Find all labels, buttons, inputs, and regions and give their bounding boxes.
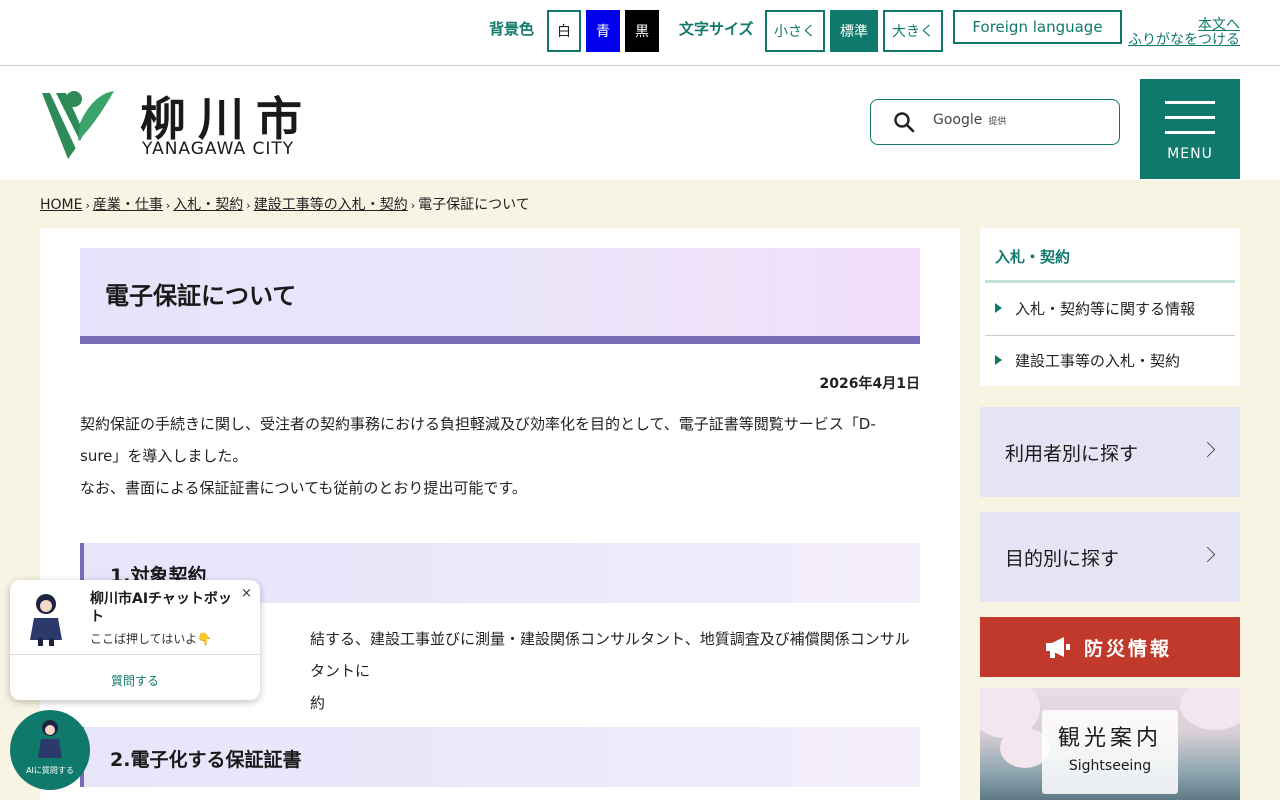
triangle-right-icon: [995, 355, 1002, 365]
ask-question-button[interactable]: 質問する: [10, 672, 260, 689]
tourism-banner[interactable]: 観光案内 Sightseeing: [980, 688, 1240, 800]
ai-chatbot-popup: 柳川市AIチャットボット ここば押してはいよ👇 × 質問する: [10, 580, 260, 700]
sidebar-item-construction-bidding[interactable]: 建設工事等の入札・契約: [985, 336, 1235, 388]
ai-chatbot-launcher[interactable]: AIに質問する: [10, 710, 90, 790]
chatbot-avatar-icon: [38, 720, 62, 758]
page-title-box: 電子保証について: [80, 248, 920, 344]
publish-date: 2026年4月1日: [819, 376, 920, 392]
menu-button[interactable]: MENU: [1140, 79, 1240, 179]
chatbot-launcher-label: AIに質問する: [26, 766, 74, 775]
page-title: 電子保証について: [105, 282, 297, 310]
bg-blue-button[interactable]: 青: [586, 10, 620, 52]
sidebar-divider: [985, 280, 1235, 283]
chatbot-avatar-icon: [30, 594, 62, 646]
sidebar-item-bidding-info[interactable]: 入札・契約等に関する情報: [985, 284, 1235, 336]
site-header: 柳川市 YANAGAWA CITY Google 提供 MENU: [0, 67, 1280, 180]
background-color-label: 背景色: [489, 20, 535, 38]
breadcrumb: HOME › 産業・仕事 › 入札・契約 › 建設工事等の入札・契約 › 電子保証について: [40, 197, 530, 213]
skip-to-content-link[interactable]: 本文へ: [1128, 18, 1240, 33]
search-placeholder: Google 提供: [933, 112, 1007, 128]
top-links: 本文へ ふりがなをつける: [1128, 18, 1240, 48]
section-heading-2: 2.電子化する保証証書: [80, 727, 920, 787]
menu-label: MENU: [1167, 146, 1213, 162]
breadcrumb-industry[interactable]: 産業・仕事: [93, 197, 163, 213]
chatbot-title: 柳川市AIチャットボット: [90, 591, 232, 625]
chatbot-subtitle: ここば押してはいよ👇: [90, 632, 213, 646]
breadcrumb-construction-bidding[interactable]: 建設工事等の入札・契約: [254, 197, 408, 213]
font-large-button[interactable]: 大きく: [883, 10, 943, 52]
triangle-right-icon: [995, 303, 1002, 313]
city-name-english: YANAGAWA CITY: [142, 139, 295, 159]
sidebar-menu-title[interactable]: 入札・契約: [995, 246, 1070, 267]
chatbot-divider: [10, 654, 260, 655]
utility-bar: 背景色 白 青 黒 文字サイズ 小さく 標準 大きく Foreign langu…: [0, 0, 1280, 66]
close-icon[interactable]: ×: [241, 586, 252, 601]
find-by-purpose-button[interactable]: 目的別に探す: [980, 512, 1240, 602]
chevron-right-icon: [1199, 441, 1216, 458]
megaphone-icon: [1046, 637, 1070, 658]
breadcrumb-bidding[interactable]: 入札・契約: [173, 197, 243, 213]
city-logo-icon[interactable]: [40, 85, 114, 159]
tourism-label-card: 観光案内 Sightseeing: [1042, 710, 1178, 794]
disaster-info-button[interactable]: 防災情報: [980, 617, 1240, 677]
bg-white-button[interactable]: 白: [547, 10, 581, 52]
foreign-language-button[interactable]: Foreign language: [953, 10, 1122, 44]
font-small-button[interactable]: 小さく: [765, 10, 825, 52]
chevron-right-icon: [1199, 546, 1216, 563]
furigana-link[interactable]: ふりがなをつける: [1128, 33, 1240, 48]
intro-text: 契約保証の手続きに関し、受注者の契約事務における負担軽減及び効率化を目的として、…: [80, 415, 876, 497]
main-content: 電子保証について 2026年4月1日 契約保証の手続きに関し、受注者の契約事務に…: [40, 228, 960, 800]
sidebar-menu: 入札・契約 入札・契約等に関する情報 建設工事等の入札・契約: [980, 228, 1240, 386]
search-icon[interactable]: [893, 111, 915, 133]
hamburger-icon: [1165, 101, 1215, 104]
breadcrumb-current: 電子保証について: [418, 197, 530, 213]
find-by-user-button[interactable]: 利用者別に探す: [980, 407, 1240, 497]
bg-black-button[interactable]: 黒: [625, 10, 659, 52]
site-search-box[interactable]: Google 提供: [870, 99, 1120, 145]
breadcrumb-home[interactable]: HOME: [40, 197, 82, 213]
font-standard-button[interactable]: 標準: [830, 10, 878, 52]
font-size-label: 文字サイズ: [679, 20, 754, 38]
